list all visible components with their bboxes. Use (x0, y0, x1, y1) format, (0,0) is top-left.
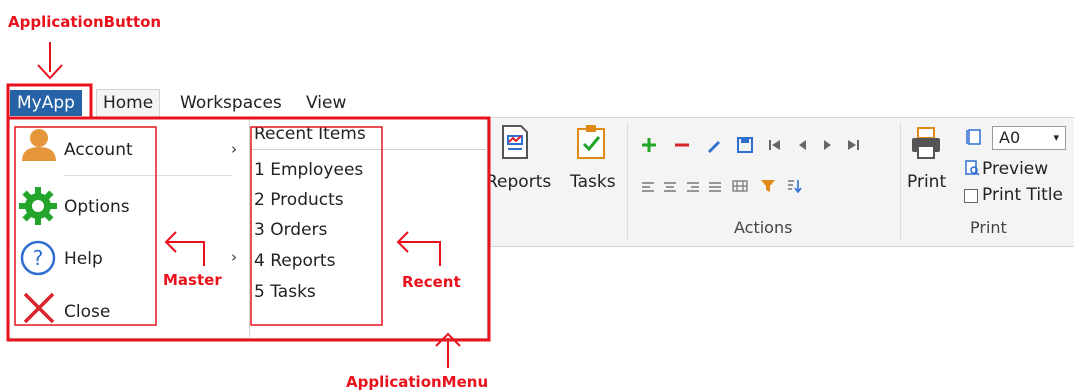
align-right-icon[interactable] (686, 180, 700, 198)
tab-view[interactable]: View (300, 90, 352, 116)
close-icon (22, 291, 56, 330)
chevron-right-icon: › (231, 248, 237, 266)
reports-icon (500, 124, 530, 165)
print-title-label: Print Title (982, 185, 1063, 205)
recent-header-divider (252, 149, 486, 150)
menu-item-help[interactable]: Help (64, 249, 103, 269)
filter-icon[interactable] (760, 178, 776, 199)
recent-item[interactable]: 3 Orders (254, 220, 327, 240)
edit-icon[interactable] (705, 136, 723, 159)
chevron-down-icon: ▾ (1053, 131, 1059, 144)
next-record-icon[interactable] (822, 138, 834, 157)
user-icon (20, 127, 58, 168)
remove-icon[interactable] (673, 136, 691, 159)
menu-separator (64, 175, 232, 176)
previous-record-icon[interactable] (796, 138, 808, 157)
gear-icon (18, 186, 58, 231)
tab-home[interactable]: Home (96, 89, 161, 118)
application-button-annotation: ApplicationButton (8, 13, 162, 31)
preview-button[interactable]: Preview (982, 159, 1048, 179)
tasks-button[interactable]: Tasks (570, 172, 616, 192)
menu-item-options[interactable]: Options (64, 197, 130, 217)
chevron-right-icon: › (231, 140, 237, 158)
print-title-checkbox[interactable] (964, 189, 978, 203)
align-center-icon[interactable] (663, 180, 677, 198)
recent-annotation: Recent (402, 273, 461, 291)
ribbon-separator (900, 122, 901, 240)
application-button[interactable]: MyApp (10, 90, 82, 116)
actions-group-label: Actions (734, 218, 793, 237)
preview-icon (964, 160, 980, 181)
recent-item[interactable]: 4 Reports (254, 251, 335, 271)
menu-item-close[interactable]: Close (64, 302, 110, 322)
last-record-icon[interactable] (846, 138, 860, 157)
first-record-icon[interactable] (768, 138, 782, 157)
save-icon[interactable] (736, 136, 754, 159)
recent-items-header: Recent Items (254, 124, 366, 144)
columns-icon[interactable] (732, 179, 748, 198)
print-group-label: Print (970, 218, 1007, 237)
sort-icon[interactable] (786, 178, 802, 199)
svg-text:?: ? (33, 246, 44, 270)
menu-item-account[interactable]: Account (64, 140, 133, 160)
printer-icon (910, 126, 942, 165)
application-menu-annotation: ApplicationMenu (346, 373, 489, 391)
recent-item[interactable]: 1 Employees (254, 160, 363, 180)
paper-size-dropdown[interactable]: A0 ▾ (992, 126, 1066, 150)
reports-button[interactable]: Reports (486, 172, 551, 192)
print-button[interactable]: Print (907, 172, 946, 192)
add-icon[interactable] (640, 136, 658, 159)
master-annotation: Master (163, 271, 222, 289)
recent-item[interactable]: 2 Products (254, 190, 344, 210)
ribbon-separator (627, 122, 628, 240)
tab-workspaces[interactable]: Workspaces (174, 90, 288, 116)
tasks-icon (575, 124, 607, 165)
recent-item[interactable]: 5 Tasks (254, 282, 316, 302)
justify-icon[interactable] (708, 180, 722, 198)
paper-size-value: A0 (999, 128, 1021, 147)
help-icon: ? (20, 240, 56, 281)
align-left-icon[interactable] (641, 180, 655, 198)
page-size-icon (966, 128, 982, 151)
